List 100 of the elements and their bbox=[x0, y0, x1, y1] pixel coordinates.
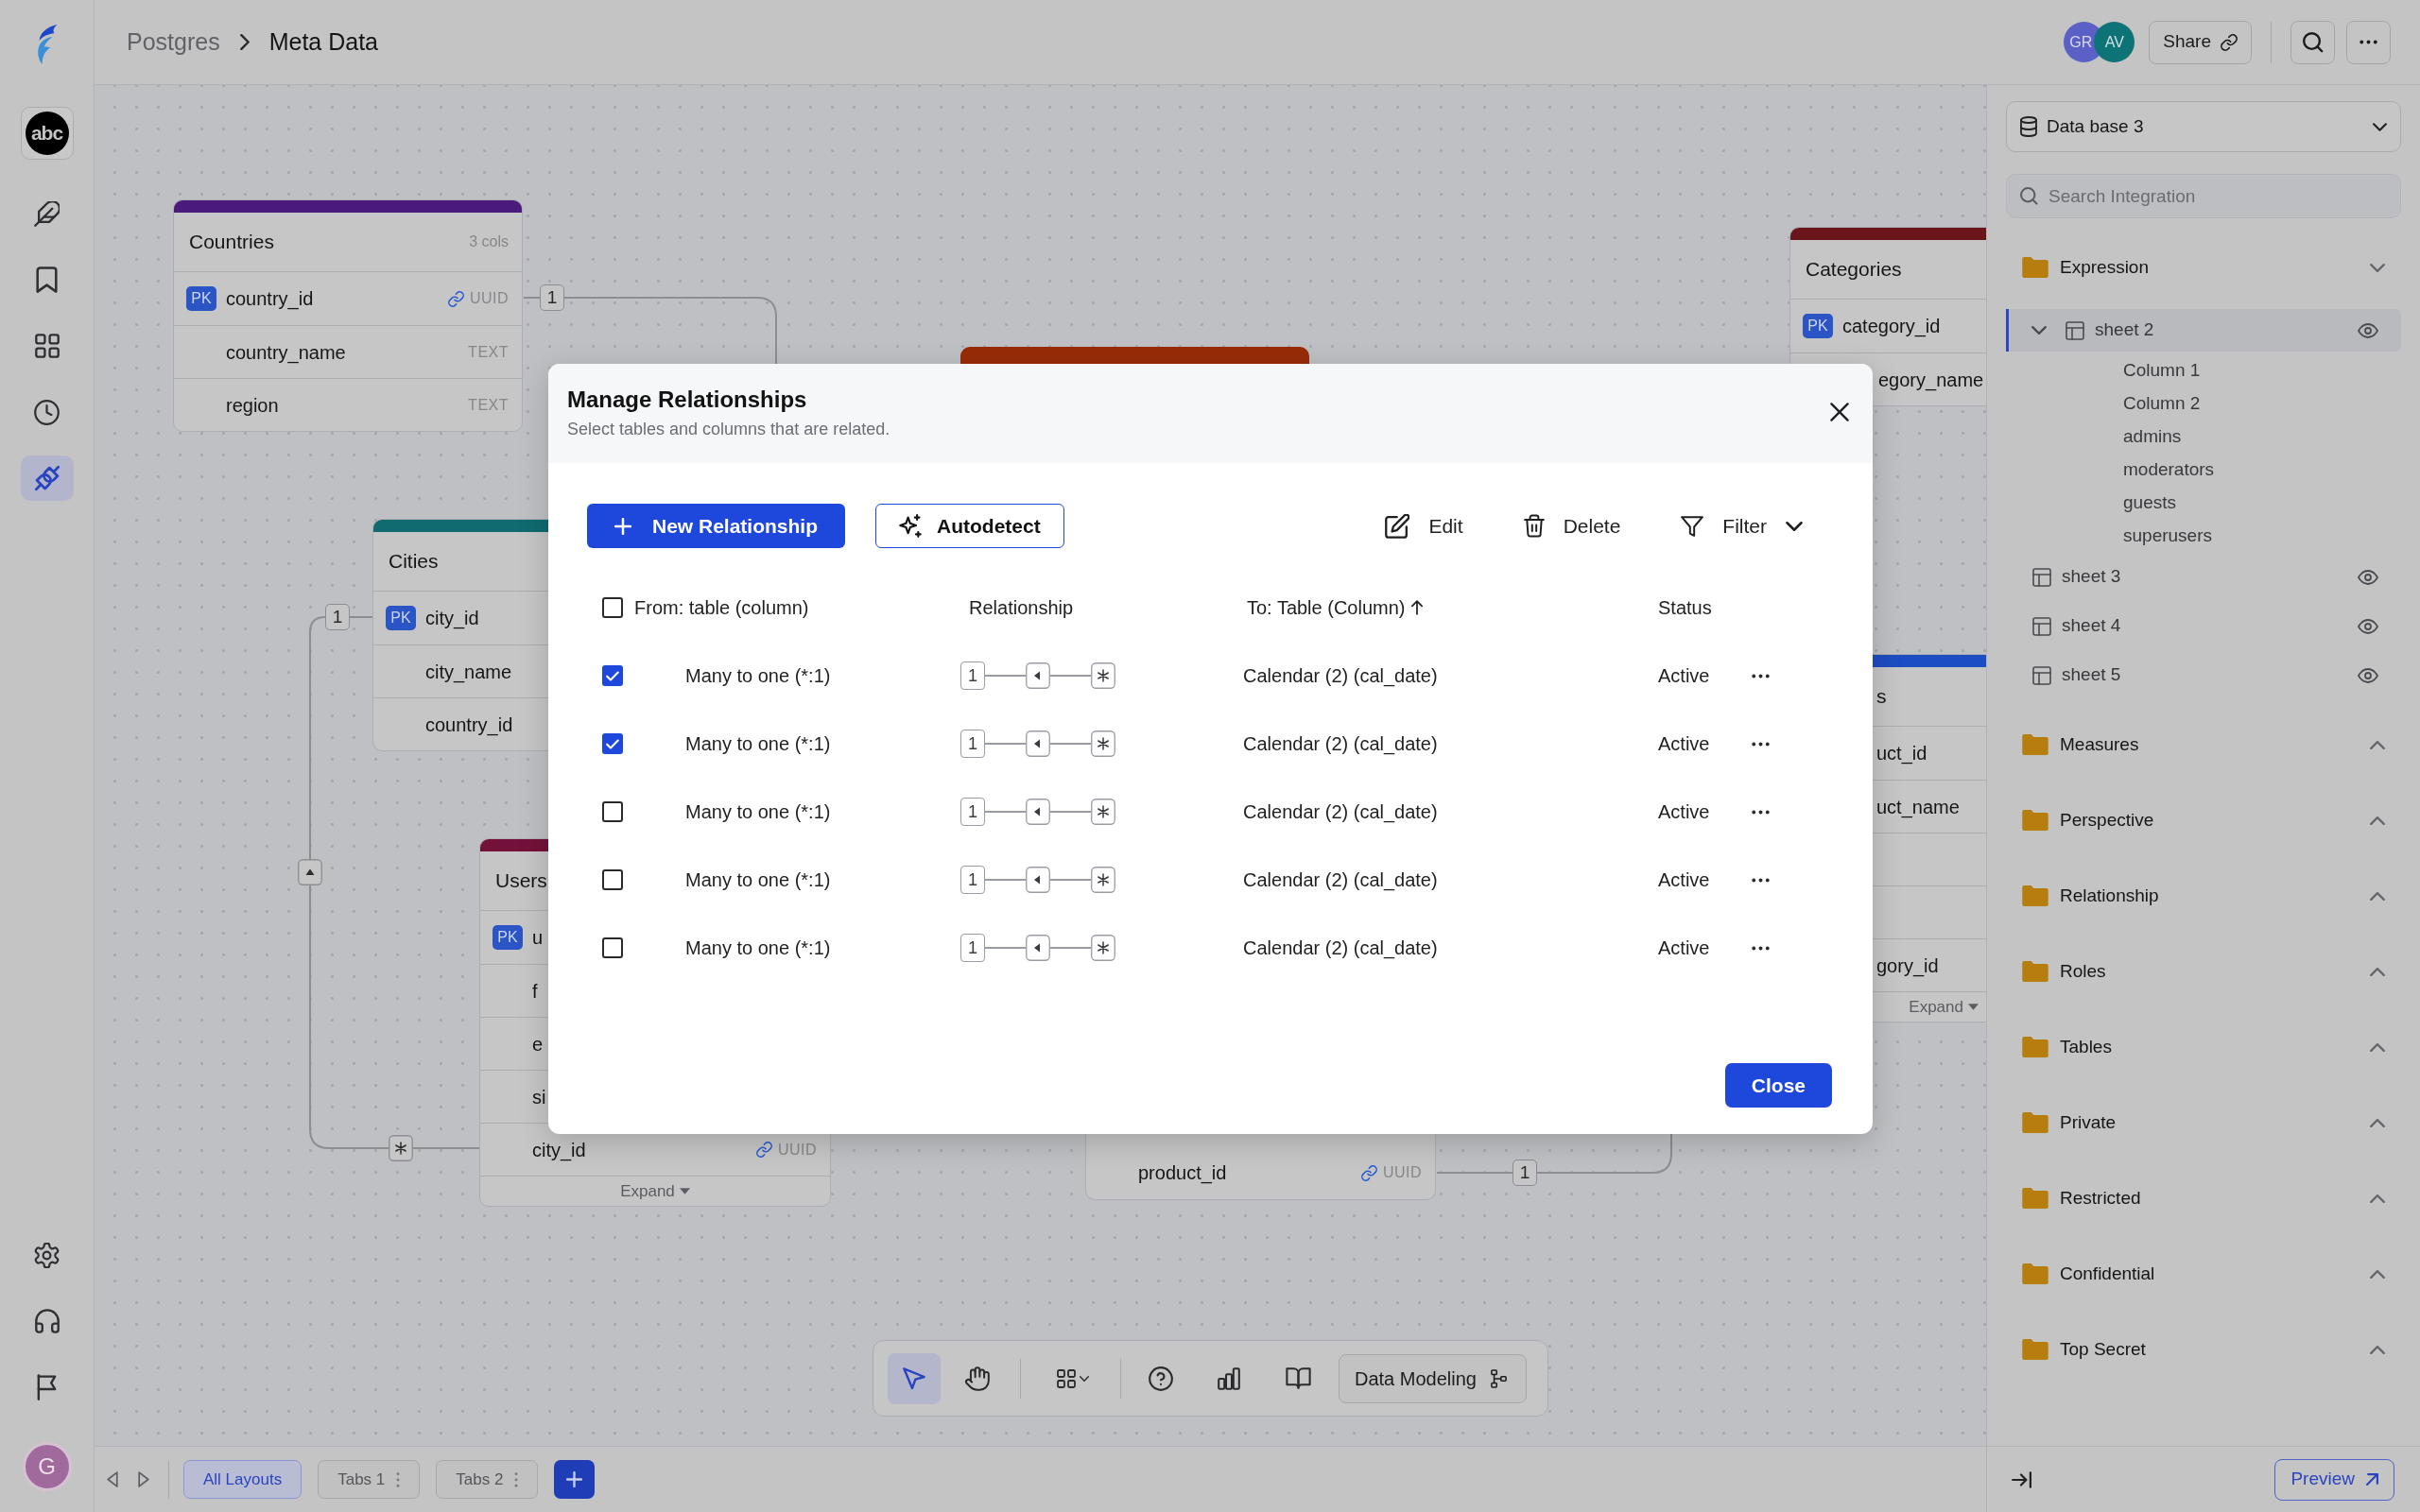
hand-icon bbox=[965, 1366, 990, 1391]
data-modeling-button[interactable]: Data Modeling bbox=[1339, 1353, 1527, 1403]
new-relationship-button[interactable]: New Relationship bbox=[587, 504, 846, 548]
tree-column-item[interactable]: Column 1 bbox=[2123, 357, 2201, 385]
tree-sheet-item[interactable]: sheet 5 bbox=[2006, 654, 2401, 696]
flag-icon[interactable] bbox=[37, 1374, 57, 1400]
close-button[interactable]: Close bbox=[1724, 1063, 1832, 1108]
tree-column-item[interactable]: Column 2 bbox=[2123, 390, 2201, 418]
tree-folder-item[interactable]: Measures bbox=[2006, 730, 2401, 760]
tree-folder-item[interactable]: Top Secret bbox=[2006, 1334, 2401, 1365]
layout-tab[interactable]: Tabs 1 bbox=[318, 1460, 421, 1499]
preview-button[interactable]: Preview bbox=[2274, 1458, 2394, 1501]
column-name: uct_id bbox=[1876, 742, 1927, 766]
autodetect-button[interactable]: Autodetect bbox=[875, 504, 1064, 548]
tree-folder-item[interactable]: Relationship bbox=[2006, 881, 2401, 911]
more-icon[interactable] bbox=[1752, 877, 1770, 883]
checkbox[interactable] bbox=[602, 597, 623, 618]
toolbar-tool-button[interactable] bbox=[1057, 1368, 1089, 1388]
column-header: Relationship bbox=[969, 596, 1074, 620]
eye-icon[interactable] bbox=[2358, 667, 2378, 683]
pk-badge: PK bbox=[186, 286, 216, 311]
folder-icon bbox=[2022, 1112, 2048, 1133]
add-tab-button[interactable] bbox=[554, 1460, 596, 1499]
toolbar-tool-button[interactable] bbox=[1218, 1366, 1240, 1390]
sidebar-nav-button[interactable] bbox=[34, 200, 60, 227]
tree-folder-item[interactable]: Confidential bbox=[2006, 1259, 2401, 1289]
close-icon[interactable] bbox=[1830, 403, 1849, 421]
tree-sheet-item[interactable]: sheet 4 bbox=[2006, 605, 2401, 647]
tree-sheet-item[interactable]: sheet 3 bbox=[2006, 556, 2401, 598]
previous-tab-icon[interactable] bbox=[107, 1471, 118, 1487]
tree-sheet-item[interactable]: sheet 2 bbox=[2006, 309, 2401, 352]
target-column: Calendar (2) (cal_date) bbox=[1243, 866, 1438, 894]
checkbox[interactable] bbox=[602, 665, 623, 686]
database-dropdown[interactable]: Data base 3 bbox=[2006, 101, 2401, 152]
more-icon[interactable] bbox=[1752, 945, 1770, 951]
toolbar-tool-button[interactable] bbox=[1285, 1367, 1311, 1389]
search-icon bbox=[2302, 31, 2324, 53]
more-icon[interactable] bbox=[1752, 673, 1770, 679]
checkbox[interactable] bbox=[602, 801, 623, 822]
workspace-logo-button[interactable]: abc bbox=[20, 107, 74, 160]
tree-column-item[interactable]: superusers bbox=[2123, 523, 2212, 550]
sidebar-nav-button[interactable] bbox=[34, 399, 60, 425]
layout-tab[interactable]: Tabs 2 bbox=[436, 1460, 539, 1499]
grid-icon bbox=[1057, 1368, 1076, 1388]
column-header: From: table (column) bbox=[634, 596, 809, 620]
search-field[interactable]: Search Integration bbox=[2006, 174, 2401, 218]
toolbar-tool-button[interactable] bbox=[888, 1352, 941, 1404]
collapse-panel-icon[interactable] bbox=[2012, 1470, 2031, 1488]
sidebar-nav-button[interactable] bbox=[36, 266, 58, 293]
table-title: Cities bbox=[389, 549, 439, 575]
search-button[interactable] bbox=[2290, 20, 2335, 64]
layout-tab[interactable]: All Layouts bbox=[183, 1460, 302, 1499]
checkbox[interactable] bbox=[602, 869, 623, 890]
column-name: f bbox=[532, 979, 538, 1004]
settings-icon[interactable] bbox=[34, 1242, 60, 1268]
tree-folder-item[interactable]: Perspective bbox=[2006, 805, 2401, 835]
expand-button[interactable]: Expand bbox=[620, 1178, 690, 1204]
sidebar-nav-button[interactable] bbox=[20, 455, 74, 501]
tree-folder-item[interactable]: Expression bbox=[2006, 252, 2401, 283]
eye-icon[interactable] bbox=[2358, 322, 2378, 338]
sidebar-nav-button[interactable] bbox=[34, 334, 60, 358]
toolbar-tool-button[interactable] bbox=[965, 1366, 990, 1391]
folder-icon bbox=[2022, 734, 2048, 755]
clock-icon bbox=[34, 399, 60, 425]
tree-folder-item[interactable]: Restricted bbox=[2006, 1183, 2401, 1213]
column-name: region bbox=[226, 393, 279, 418]
chevron-down-icon bbox=[2373, 122, 2387, 131]
toolbar-tool-button[interactable] bbox=[1149, 1366, 1173, 1391]
checkmark-icon bbox=[606, 670, 619, 681]
eye-icon[interactable] bbox=[2358, 569, 2378, 585]
chevron-up-icon bbox=[2370, 967, 2385, 976]
chevron-up-icon bbox=[2370, 1118, 2385, 1127]
tree-folder-item[interactable]: Private bbox=[2006, 1108, 2401, 1138]
eye-icon[interactable] bbox=[2358, 618, 2378, 634]
tree-column-item[interactable]: moderators bbox=[2123, 456, 2215, 484]
checkbox[interactable] bbox=[602, 733, 623, 754]
tree-column-item[interactable]: admins bbox=[2123, 423, 2182, 451]
pk-badge: PK bbox=[493, 925, 523, 950]
edit-button[interactable]: Edit bbox=[1385, 510, 1463, 541]
tree-column-item[interactable]: guests bbox=[2123, 490, 2176, 517]
more-icon[interactable] bbox=[1752, 741, 1770, 747]
more-icon[interactable] bbox=[1752, 809, 1770, 815]
folder-icon bbox=[2022, 1037, 2048, 1057]
headset-icon[interactable] bbox=[34, 1309, 60, 1333]
filter-dropdown[interactable]: Filter bbox=[1681, 510, 1803, 541]
table-icon bbox=[2032, 567, 2051, 587]
plus-icon bbox=[614, 517, 631, 535]
expand-button[interactable]: Expand bbox=[1909, 994, 1979, 1020]
delete-button[interactable]: Delete bbox=[1523, 510, 1621, 541]
tree-folder-item[interactable]: Roles bbox=[2006, 956, 2401, 987]
column-type: TEXT bbox=[468, 395, 509, 415]
share-button[interactable]: Share bbox=[2149, 20, 2252, 64]
folder-icon bbox=[2022, 1263, 2048, 1284]
arrow-up-right-icon bbox=[2366, 1473, 2378, 1486]
tree-folder-item[interactable]: Tables bbox=[2006, 1032, 2401, 1062]
chevron-down-icon bbox=[1786, 521, 1803, 531]
next-tab-icon[interactable] bbox=[138, 1471, 149, 1487]
schema-icon bbox=[1490, 1368, 1507, 1388]
checkbox[interactable] bbox=[602, 937, 623, 958]
chevron-up-icon bbox=[2370, 816, 2385, 825]
